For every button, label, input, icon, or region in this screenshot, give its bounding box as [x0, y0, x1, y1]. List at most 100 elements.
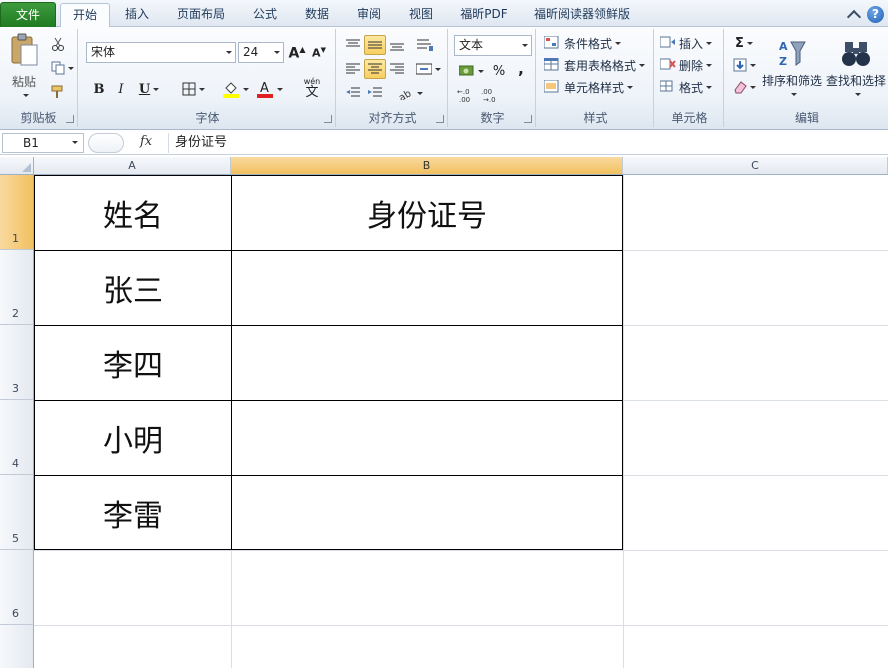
align-top-button[interactable]	[342, 35, 364, 55]
font-launcher-icon[interactable]	[324, 115, 332, 123]
align-left-button[interactable]	[342, 59, 364, 79]
grow-font-button[interactable]: A▲	[288, 43, 306, 63]
row-header-3[interactable]: 3	[0, 325, 34, 400]
font-name-select[interactable]: 宋体	[86, 42, 236, 63]
italic-button[interactable]: I	[112, 79, 130, 99]
row-header-6[interactable]: 6	[0, 550, 34, 625]
text-orientation-button[interactable]: ab	[396, 83, 424, 103]
delete-cells-label: 删除	[679, 58, 704, 73]
cell-b1[interactable]: 身份证号	[231, 175, 623, 250]
font-name-value: 宋体	[91, 45, 116, 59]
fill-color-button[interactable]	[220, 79, 250, 99]
tab-review[interactable]: 审阅	[344, 3, 394, 27]
row-number: 2	[12, 307, 19, 320]
comma-button[interactable]: ,	[512, 59, 530, 79]
alignment-group-label: 对齐方式	[368, 111, 417, 125]
cell-b4[interactable]	[231, 400, 623, 475]
tab-formulas[interactable]: 公式	[240, 3, 290, 27]
underline-button[interactable]: U	[134, 79, 164, 99]
cell-b3[interactable]	[231, 325, 623, 400]
sort-filter-button[interactable]: A Z 排序和筛选	[762, 31, 822, 103]
formula-input[interactable]: 身份证号	[168, 133, 888, 153]
increase-decimal-button[interactable]: ←.0.00	[456, 85, 478, 105]
sort-filter-label: 排序和筛选	[762, 74, 823, 88]
delete-cells-button[interactable]: 删除	[660, 55, 722, 75]
cut-button[interactable]	[48, 35, 68, 53]
cell-a1[interactable]: 姓名	[34, 175, 231, 250]
group-styles: 条件格式 套用表格格式 单元格样式 样式	[538, 29, 654, 127]
align-middle-button[interactable]	[364, 35, 386, 55]
row-header-1[interactable]: 1	[0, 175, 34, 250]
autosum-button[interactable]: Σ	[730, 33, 758, 53]
increase-indent-button[interactable]	[364, 83, 386, 103]
phonetic-icon: 文	[305, 85, 319, 100]
clipboard-launcher-icon[interactable]	[66, 115, 74, 123]
conditional-formatting-button[interactable]: 条件格式	[544, 33, 650, 53]
tab-view[interactable]: 视图	[396, 3, 446, 27]
cell-a4[interactable]: 小明	[34, 400, 231, 475]
tab-foxit-pdf[interactable]: 福昕PDF	[452, 3, 516, 27]
row-number: 6	[12, 607, 19, 620]
svg-text:A: A	[779, 40, 788, 53]
format-painter-button[interactable]	[48, 83, 68, 101]
paste-button[interactable]: 粘贴	[6, 33, 42, 97]
cell-styles-button[interactable]: 单元格样式	[544, 77, 650, 97]
cell-a2[interactable]: 张三	[34, 250, 231, 325]
cell-a5[interactable]: 李雷	[34, 475, 231, 550]
row-header-2[interactable]: 2	[0, 250, 34, 325]
orientation-button[interactable]	[414, 35, 436, 55]
tab-page-layout[interactable]: 页面布局	[166, 3, 236, 27]
fill-down-icon	[733, 58, 746, 72]
row-number: 1	[12, 232, 19, 245]
tab-home[interactable]: 开始	[60, 3, 110, 28]
minimize-ribbon-icon[interactable]	[846, 9, 862, 24]
align-right-button[interactable]	[386, 59, 408, 79]
column-header-a[interactable]: A	[34, 157, 231, 175]
decrease-decimal-button[interactable]: .00 →.0	[480, 85, 502, 105]
decrease-decimal-icon: .00→.0	[481, 88, 496, 103]
cell-b5[interactable]	[231, 475, 623, 550]
number-launcher-icon[interactable]	[524, 115, 532, 123]
row-header-5[interactable]: 5	[0, 475, 34, 550]
column-header-b[interactable]: B	[231, 157, 623, 175]
copy-button[interactable]	[48, 59, 76, 77]
clear-button[interactable]	[730, 77, 758, 97]
percent-button[interactable]: %	[490, 61, 508, 81]
shrink-font-button[interactable]: A▼	[310, 43, 328, 63]
merge-center-button[interactable]	[414, 59, 442, 79]
tab-foxit-reader[interactable]: 福昕阅读器领鲜版	[526, 3, 638, 27]
tab-insert[interactable]: 插入	[112, 3, 162, 27]
tab-data[interactable]: 数据	[292, 3, 342, 27]
align-bottom-button[interactable]	[386, 35, 408, 55]
fill-button[interactable]	[730, 55, 758, 75]
currency-icon	[458, 65, 473, 76]
paste-dropdown-icon[interactable]	[22, 94, 29, 97]
align-center-button[interactable]	[364, 59, 386, 79]
row-header-4[interactable]: 4	[0, 400, 34, 475]
format-as-table-button[interactable]: 套用表格格式	[544, 55, 652, 75]
svg-text:A: A	[260, 81, 269, 96]
cell-b2[interactable]	[231, 250, 623, 325]
tab-file[interactable]: 文件	[0, 2, 56, 27]
insert-function-button[interactable]: fx	[140, 134, 152, 149]
phonetic-button[interactable]: wén 文	[296, 77, 328, 101]
decrease-indent-button[interactable]	[342, 83, 364, 103]
number-format-select[interactable]: 文本	[454, 35, 532, 56]
name-box[interactable]: B1	[2, 133, 84, 153]
alignment-launcher-icon[interactable]	[436, 115, 444, 123]
borders-button[interactable]	[178, 79, 208, 99]
cell-a3[interactable]: 李四	[34, 325, 231, 400]
font-size-select[interactable]: 24	[238, 42, 284, 63]
font-color-button[interactable]: A	[254, 79, 284, 99]
indent-icon	[368, 87, 382, 97]
find-select-button[interactable]: 查找和选择	[824, 31, 888, 103]
help-icon[interactable]: ?	[867, 5, 884, 23]
bold-button[interactable]: B	[90, 79, 108, 99]
insert-cells-button[interactable]: 插入	[660, 33, 722, 53]
row-header-7[interactable]	[0, 625, 34, 668]
format-cells-button[interactable]: 格式	[660, 77, 722, 97]
column-header-c[interactable]: C	[623, 157, 888, 175]
accounting-format-button[interactable]	[456, 61, 486, 81]
formula-bar-resize-handle[interactable]	[88, 133, 124, 153]
select-all-button[interactable]	[0, 157, 34, 175]
